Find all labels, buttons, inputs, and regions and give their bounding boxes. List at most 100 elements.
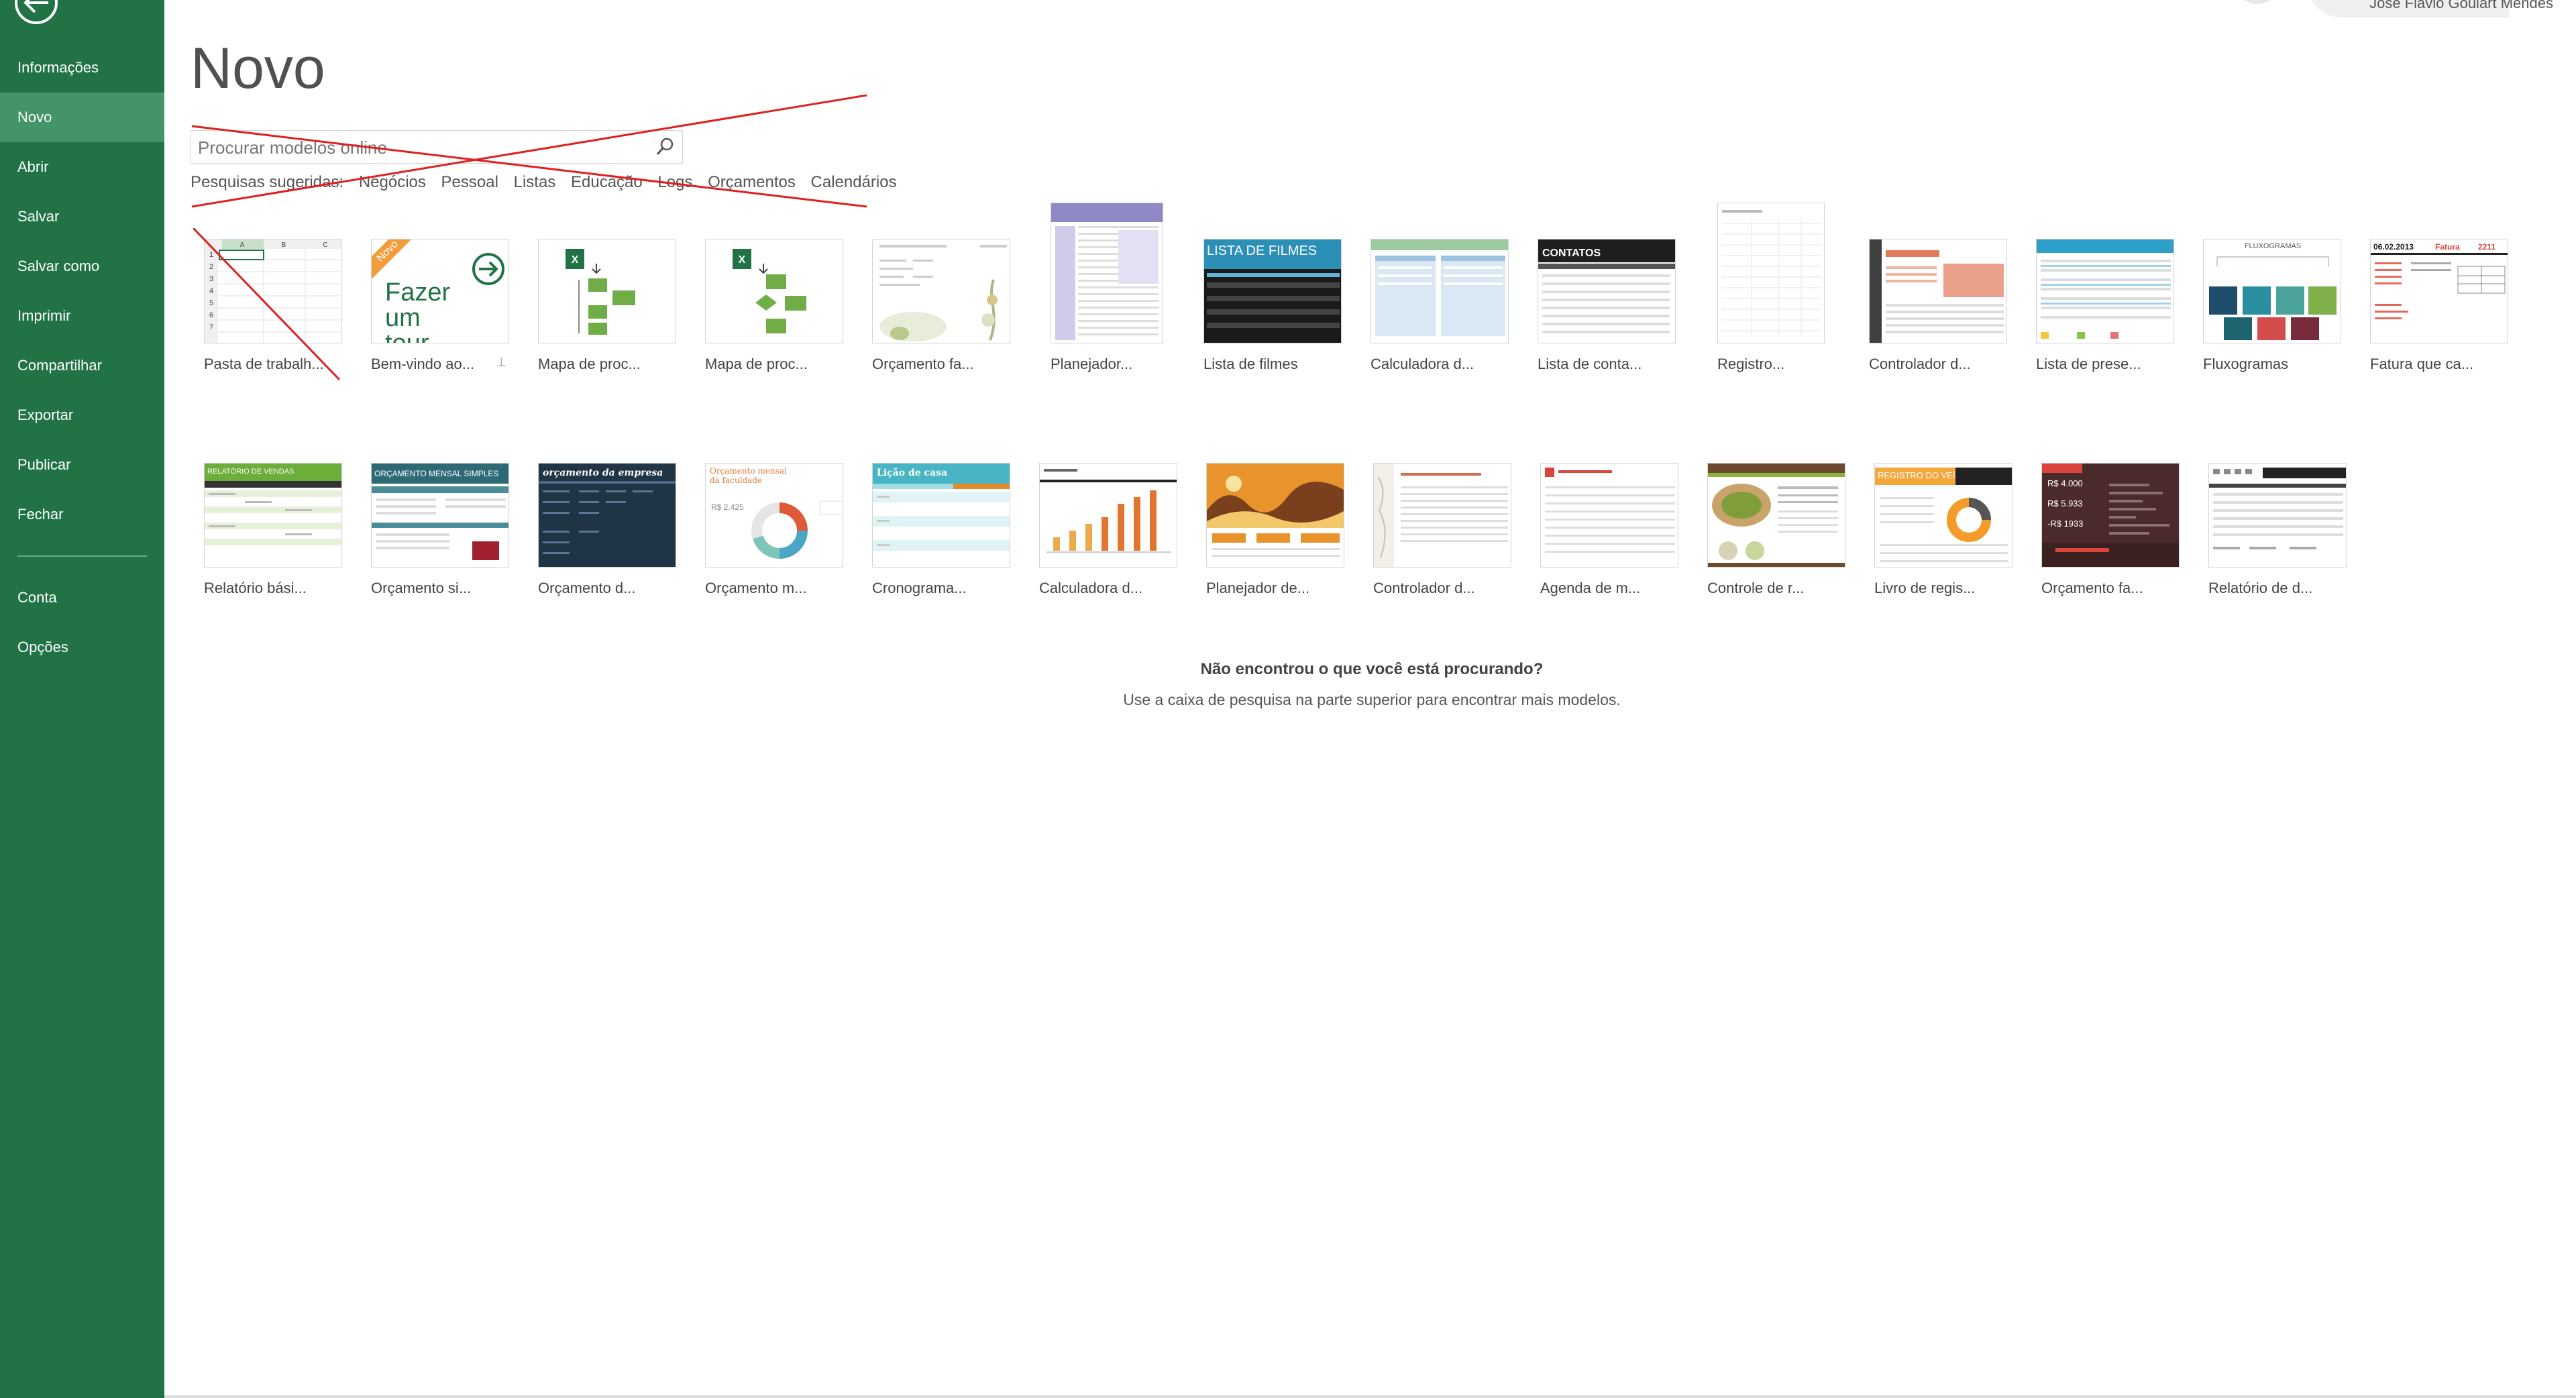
template-tile-simple-budget[interactable]: ORÇAMENTO MENSAL SIMPLES Orçamento si...: [371, 463, 509, 597]
template-label: Relatório bási...: [204, 580, 307, 596]
sidebar-divider: [17, 555, 147, 557]
template-row: A B C 123 4567 Pasta de trabalh... Novo …: [193, 203, 2525, 463]
template-row: RELATÓRIO DE VENDAS Relatório bási... OR…: [204, 463, 2525, 687]
template-label: Cronograma...: [872, 580, 967, 596]
red-cross-annotation: [193, 228, 341, 381]
arrow-circle-icon: [472, 253, 504, 285]
sidebar-item-salvar[interactable]: Salvar: [0, 192, 164, 241]
homework-title: Lição de casa: [877, 468, 948, 478]
sidebar-item-publicar[interactable]: Publicar: [0, 440, 164, 490]
template-thumbnail: Novo Fazer um tour: [371, 239, 509, 343]
template-tile-agenda[interactable]: Agenda de m...: [1540, 463, 1678, 597]
template-label: Lista de filmes: [1203, 356, 1298, 372]
template-thumbnail: RELATÓRIO DE VENDAS: [204, 463, 342, 568]
template-label: Bem-vindo ao...: [371, 356, 475, 372]
template-thumbnail: orçamento da empresa: [538, 463, 676, 568]
template-thumbnail: R$ 4.000 R$ 5.933 -R$ 1933: [2041, 463, 2180, 568]
template-tile-event-planner[interactable]: Planejador de...: [1206, 463, 1344, 597]
template-tile-movie-list[interactable]: LISTA DE FILMES Lista de filmes: [1203, 239, 1342, 373]
back-arrow-icon[interactable]: [15, 0, 58, 24]
not-found-hint: Use a caixa de pesquisa na parte superio…: [1123, 691, 1621, 708]
template-label: Lista de prese...: [2036, 356, 2141, 372]
template-tile-invoice[interactable]: 06.02.2013 Fatura 2211 Fatura que ca...: [2370, 239, 2508, 373]
user-decoration: [2234, 0, 2281, 4]
template-tile-vehicle-log[interactable]: REGISTRO DO VEÍCULO Livro de regis...: [1874, 463, 2012, 597]
svg-text:X: X: [739, 254, 746, 266]
template-thumbnail: X: [705, 239, 843, 343]
template-label: Relatório de d...: [2208, 580, 2313, 596]
template-tile-homework[interactable]: Lição de casa Cronograma...: [872, 463, 1010, 597]
template-label: Controlador d...: [1869, 356, 1971, 372]
template-thumbnail: CONTATOS: [1538, 239, 1676, 343]
sidebar-nav: Informações Novo Abrir Salvar Salvar com…: [0, 43, 164, 672]
template-grid: A B C 123 4567 Pasta de trabalh... Novo …: [193, 203, 2525, 687]
sidebar-item-fechar[interactable]: Fechar: [0, 490, 164, 539]
simple-budget-title: ORÇAMENTO MENSAL SIMPLES: [374, 469, 499, 478]
template-thumbnail: [1371, 239, 1509, 343]
template-thumbnail: Orçamento mensal da faculdade R$ 2.425: [705, 463, 843, 568]
template-tile-flowcharts[interactable]: FLUXOGRAMAS Fluxogramas: [2203, 239, 2341, 373]
template-tile-tour[interactable]: Novo Fazer um tour Bem-vindo ao... ⊥: [371, 239, 509, 373]
template-thumbnail: LISTA DE FILMES: [1203, 239, 1342, 343]
template-label: Mapa de proc...: [705, 356, 808, 372]
template-label: Fluxogramas: [2203, 356, 2289, 372]
template-thumbnail: [1051, 203, 1163, 343]
template-tile-controller[interactable]: Controlador d...: [1869, 239, 2007, 373]
template-tile-attendance[interactable]: Lista de prese...: [2036, 239, 2174, 373]
template-label: Mapa de proc...: [538, 356, 641, 372]
template-tile-family-budget-2[interactable]: R$ 4.000 R$ 5.933 -R$ 1933 Orçamento fa.…: [2041, 463, 2180, 597]
sidebar-item-informacoes[interactable]: Informações: [0, 43, 164, 93]
template-tile-loan-calculator[interactable]: Calculadora d...: [1039, 463, 1177, 597]
template-label: Planejador...: [1051, 356, 1133, 372]
template-thumbnail: [1717, 203, 1825, 343]
user-name[interactable]: José Flávio Goulart Mendes: [2369, 0, 2553, 12]
template-tile-process-map-2[interactable]: X Mapa de proc...: [705, 239, 843, 373]
template-tile-contact-list[interactable]: CONTATOS Lista de conta...: [1538, 239, 1676, 373]
template-tile-college-budget[interactable]: Orçamento mensal da faculdade R$ 2.425 O…: [705, 463, 843, 597]
template-label: Planejador de...: [1206, 580, 1310, 596]
template-thumbnail: 06.02.2013 Fatura 2211: [2370, 239, 2508, 343]
template-thumbnail: [1373, 463, 1511, 568]
contacts-title: CONTATOS: [1542, 248, 1601, 259]
new-badge: Novo: [372, 239, 417, 281]
template-tile-planner[interactable]: Planejador...: [1051, 203, 1163, 373]
template-thumbnail: ORÇAMENTO MENSAL SIMPLES: [371, 463, 509, 568]
sidebar-item-compartilhar[interactable]: Compartilhar: [0, 341, 164, 390]
template-tile-sales-report[interactable]: RELATÓRIO DE VENDAS Relatório bási...: [204, 463, 342, 597]
template-label: Controle de r...: [1707, 580, 1805, 596]
template-tile-register[interactable]: Registro...: [1717, 203, 1825, 373]
tour-title: Fazer um tour: [385, 278, 451, 343]
template-tile-company-budget[interactable]: orçamento da empresa Orçamento d...: [538, 463, 676, 597]
template-tile-recipe-control[interactable]: Controle de r...: [1707, 463, 1845, 597]
sidebar-item-conta[interactable]: Conta: [0, 573, 164, 623]
bottom-border: [164, 1395, 2576, 1398]
sidebar-item-salvar-como[interactable]: Salvar como: [0, 241, 164, 291]
sidebar-item-exportar[interactable]: Exportar: [0, 390, 164, 440]
template-label: Livro de regis...: [1874, 580, 1976, 596]
template-tile-family-budget[interactable]: Orçamento fa...: [872, 239, 1010, 373]
template-tile-travel-expense[interactable]: Relatório de d...: [2208, 463, 2347, 597]
template-tile-calculator[interactable]: Calculadora d...: [1371, 239, 1509, 373]
template-thumbnail: Lição de casa: [872, 463, 1010, 568]
sidebar-item-imprimir[interactable]: Imprimir: [0, 291, 164, 341]
template-label: Orçamento d...: [538, 580, 636, 596]
sidebar-item-novo[interactable]: Novo: [0, 93, 164, 142]
page-title: Novo: [191, 36, 325, 101]
template-thumbnail: X: [538, 239, 676, 343]
template-thumbnail: REGISTRO DO VEÍCULO: [1874, 463, 2012, 568]
template-tile-process-map[interactable]: X Mapa de proc...: [538, 239, 676, 373]
template-tile-wedding-controller[interactable]: Controlador d...: [1373, 463, 1511, 597]
template-thumbnail: FLUXOGRAMAS: [2203, 239, 2341, 343]
pin-icon[interactable]: ⊥: [496, 356, 506, 370]
template-thumbnail: [1869, 239, 2007, 343]
template-label: Lista de conta...: [1538, 356, 1642, 372]
sidebar-item-abrir[interactable]: Abrir: [0, 142, 164, 192]
template-label: Orçamento fa...: [2041, 580, 2143, 596]
movies-title: LISTA DE FILMES: [1207, 244, 1318, 258]
template-label: Calculadora d...: [1371, 356, 1474, 372]
sales-title: RELATÓRIO DE VENDAS: [207, 468, 294, 476]
template-thumbnail: [1540, 463, 1678, 568]
template-thumbnail: [1707, 463, 1845, 568]
template-label: Fatura que ca...: [2370, 356, 2474, 372]
template-tile-blank-workbook[interactable]: A B C 123 4567 Pasta de trabalh...: [193, 228, 342, 381]
